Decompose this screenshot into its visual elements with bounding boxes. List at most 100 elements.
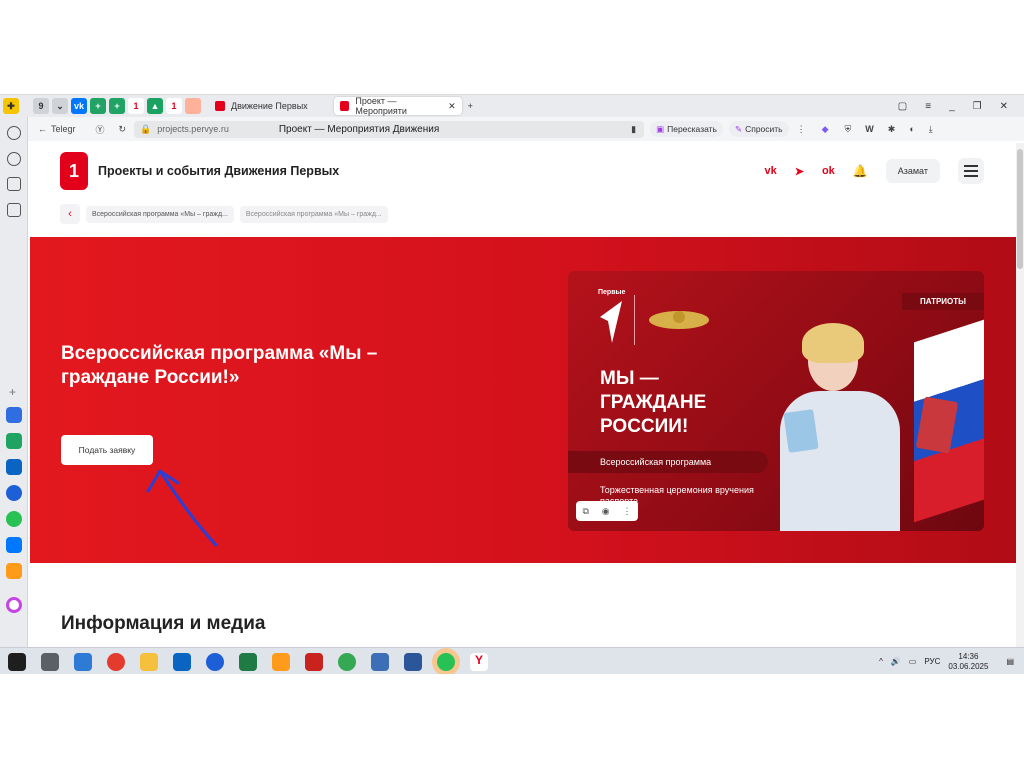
more-icon[interactable]: ⋮: [797, 124, 806, 135]
pervye-tab-icon[interactable]: 1: [128, 98, 144, 114]
excel-icon[interactable]: [239, 652, 257, 671]
alice-sidebar-icon[interactable]: [6, 597, 22, 613]
translate-icon[interactable]: ⧉: [582, 506, 588, 517]
web-page: 1 Проекты и события Движения Первых vk ➤…: [30, 143, 1016, 653]
app-tab-icon[interactable]: [185, 98, 201, 114]
add-icon[interactable]: +: [9, 385, 16, 399]
new-tab-icon[interactable]: +: [462, 97, 479, 115]
minimize-icon[interactable]: _: [949, 101, 955, 112]
shield-icon[interactable]: ⛨: [845, 124, 852, 135]
vk-tab-icon[interactable]: vk: [71, 98, 87, 114]
close-window-icon[interactable]: ✕: [1000, 101, 1008, 112]
store-icon[interactable]: [74, 652, 92, 671]
history-icon[interactable]: [7, 126, 21, 140]
scrollbar-thumb[interactable]: [1017, 149, 1023, 269]
info-media-title: Информация и медиа: [61, 613, 266, 634]
tabs-icon[interactable]: [7, 177, 21, 191]
drive-icon[interactable]: [6, 433, 22, 449]
task-view-icon[interactable]: [41, 652, 59, 671]
sheets-tab-icon-2[interactable]: +: [109, 98, 125, 114]
patriots-tag: ПАТРИОТЫ: [901, 293, 984, 310]
screenshot-icon[interactable]: [7, 203, 21, 217]
pervye-tab-icon-2[interactable]: 1: [166, 98, 182, 114]
banner-title: МЫ — ГРАЖДАНЕ РОССИИ!: [600, 368, 707, 437]
chrome-icon[interactable]: [338, 652, 356, 671]
odnoklassniki-icon[interactable]: ok: [822, 165, 835, 177]
tab-project-active[interactable]: Проект — Мероприяти ✕: [333, 96, 462, 116]
clock-time: 14:36: [958, 651, 979, 661]
word-icon[interactable]: [404, 652, 422, 671]
mail-app-icon[interactable]: [6, 563, 22, 579]
site-title[interactable]: Проекты и события Движения Первых: [98, 164, 339, 178]
lock-icon: 🔒: [140, 123, 152, 134]
tab-label: Проект — Мероприяти: [355, 96, 407, 116]
ask-button[interactable]: ✎ Спросить: [728, 121, 789, 137]
whatsapp-icon[interactable]: [6, 511, 22, 527]
vk-icon[interactable]: [6, 537, 22, 553]
close-tab-icon[interactable]: ✕: [448, 101, 456, 112]
vk-icon[interactable]: vk: [764, 165, 776, 177]
app-icon[interactable]: [371, 652, 389, 671]
pervye-logo[interactable]: 1: [60, 152, 88, 190]
browser-tab-bar: ✚ 9 ⌄ vk + + 1 ▲ 1 Движение Первых Проек…: [0, 95, 1024, 117]
edge-icon[interactable]: [6, 485, 22, 501]
desktop-screen: ✚ 9 ⌄ vk + + 1 ▲ 1 Движение Первых Проек…: [0, 94, 1024, 674]
clock[interactable]: 14:36 03.06.2025: [948, 652, 988, 672]
profile-icon[interactable]: ◐: [909, 124, 914, 134]
reload-icon[interactable]: ↻: [119, 124, 127, 135]
alice-icon[interactable]: ◆: [822, 124, 829, 135]
tabs-dropdown-icon[interactable]: ⌄: [52, 98, 68, 114]
info-card: [30, 563, 1016, 653]
url-field[interactable]: 🔒 projects.pervye.ru Проект — Мероприяти…: [134, 120, 645, 138]
battery-icon[interactable]: ▭: [909, 657, 917, 666]
ask-label: Спросить: [745, 124, 783, 134]
system-tray: ^ 🔊 ▭ РУС 14:36 03.06.2025 ▤: [879, 652, 1024, 672]
whatsapp-icon[interactable]: [437, 652, 455, 671]
acrobat-icon[interactable]: [305, 652, 323, 671]
collections-icon[interactable]: ▢: [898, 101, 907, 112]
tab-counter[interactable]: 9: [33, 98, 49, 114]
pervye-favicon-icon: [339, 101, 350, 111]
back-arrow-icon[interactable]: ←: [38, 124, 47, 134]
language-indicator[interactable]: РУС: [924, 657, 940, 666]
bell-icon[interactable]: 🔔: [853, 164, 868, 178]
chevron-left-icon[interactable]: ‹: [60, 204, 80, 224]
telegram-icon[interactable]: ➤: [795, 165, 804, 178]
drive-tab-icon[interactable]: ▲: [147, 98, 163, 114]
play-icon[interactable]: [7, 152, 21, 166]
volume-icon[interactable]: 🔊: [891, 657, 901, 666]
more-icon[interactable]: ⋮: [623, 506, 632, 517]
url-text: projects.pervye.ru: [157, 124, 229, 134]
notifications-icon[interactable]: ▤: [1006, 657, 1014, 666]
tab-dvizhenie[interactable]: Движение Первых: [209, 97, 314, 115]
yandex-browser-icon[interactable]: [107, 652, 125, 671]
outlook-icon[interactable]: [173, 652, 191, 671]
outlook-icon[interactable]: [6, 459, 22, 475]
camera-icon[interactable]: ◉: [602, 506, 610, 517]
breadcrumb-item[interactable]: Всероссийская программа «Мы – гражд...: [239, 205, 388, 223]
program-banner: Первые ПАТРИОТЫ МЫ — ГРАЖДАНЕ РОССИИ! Вс…: [568, 271, 984, 531]
file-explorer-icon[interactable]: [140, 652, 158, 671]
restore-icon[interactable]: ❐: [973, 101, 982, 112]
windows-start-icon[interactable]: [8, 652, 26, 671]
chevron-up-icon[interactable]: ^: [879, 657, 883, 666]
breadcrumb-item[interactable]: Всероссийская программа «Мы – гражд...: [86, 205, 234, 223]
user-button[interactable]: Азамат: [885, 159, 940, 183]
mail-icon[interactable]: [6, 407, 22, 423]
yandex-icon[interactable]: Ⓨ: [96, 123, 105, 136]
download-icon[interactable]: ⤓: [929, 124, 933, 135]
menu-icon[interactable]: ≡: [925, 101, 931, 112]
page-scrollbar[interactable]: [1016, 143, 1024, 653]
back-label[interactable]: Telegr: [51, 124, 76, 134]
hero-title: Всероссийская программа «Мы – граждане Р…: [61, 343, 378, 388]
w-extension-icon[interactable]: W: [865, 124, 874, 134]
hamburger-menu-icon[interactable]: [958, 158, 984, 184]
edge-icon[interactable]: [206, 652, 224, 671]
yandex-icon[interactable]: Y: [470, 652, 488, 671]
retell-button[interactable]: ▣ Пересказать: [650, 121, 723, 137]
sheets-tab-icon[interactable]: +: [90, 98, 106, 114]
bookmark-icon[interactable]: ▮: [631, 124, 636, 135]
extensions-icon[interactable]: ✱: [888, 124, 896, 135]
browser-menu-icon[interactable]: ✚: [3, 98, 19, 114]
mail-icon[interactable]: [272, 652, 290, 671]
